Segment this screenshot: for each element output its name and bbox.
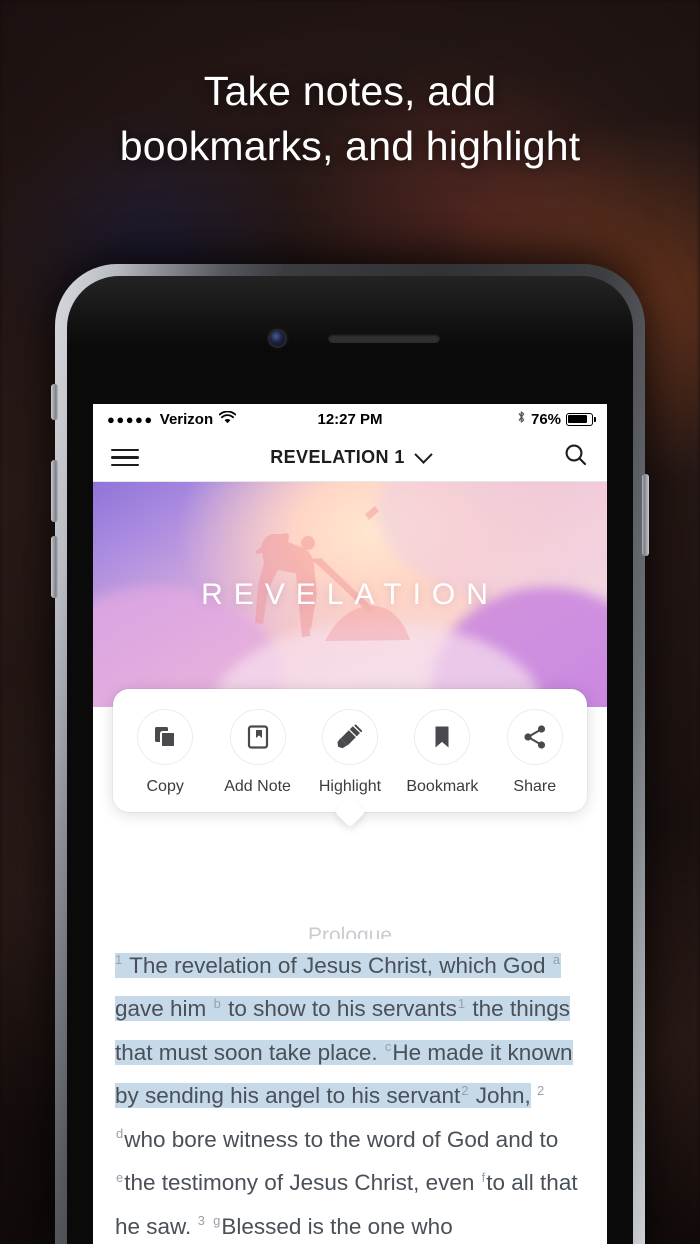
verse-3-text-a: Blessed is the one who — [221, 1213, 453, 1239]
footnote-b[interactable]: b — [213, 996, 222, 1011]
copy-icon-circle — [137, 709, 194, 765]
copy-button[interactable]: Copy — [119, 709, 211, 796]
copy-label: Copy — [146, 778, 184, 795]
add-note-icon — [247, 725, 268, 749]
share-label: Share — [513, 778, 557, 795]
highlight-marker-icon — [337, 724, 363, 748]
highlight-label: Highlight — [318, 778, 382, 795]
add-note-label: Add Note — [224, 778, 291, 795]
verse-1-text-a: The revelation of Jesus Christ, which Go… — [129, 952, 546, 978]
signal-strength-icon: ●●●●● — [107, 411, 154, 427]
footnote-d[interactable]: d — [115, 1126, 124, 1141]
add-note-button[interactable]: Add Note — [212, 709, 304, 796]
verse-2-text-a: who bore witness to the word of God and … — [124, 1126, 559, 1152]
verse-number-1: 1 — [115, 952, 123, 967]
headline-line-2: bookmarks, and highlight — [119, 123, 581, 170]
wifi-icon — [218, 410, 237, 428]
volume-down-button[interactable] — [51, 536, 58, 598]
search-button[interactable] — [563, 442, 589, 473]
chapter-selector[interactable]: REVELATION 1 — [93, 434, 607, 481]
search-icon — [565, 444, 587, 466]
status-bar: ●●●●● Verizon 12:27 PM 76% — [93, 404, 607, 434]
verse-1-text-f: John, — [475, 1083, 531, 1108]
phone-screen: ●●●●● Verizon 12:27 PM 76% REVELATION 1 … — [93, 404, 607, 1244]
book-title: REVELATION — [201, 577, 499, 611]
earpiece-speaker — [328, 334, 440, 343]
share-icon — [524, 725, 545, 749]
share-icon-circle — [506, 709, 563, 765]
phone-bezel: ●●●●● Verizon 12:27 PM 76% REVELATION 1 … — [67, 276, 633, 1244]
headline-line-1: Take notes, add — [203, 68, 497, 114]
bluetooth-icon — [517, 410, 526, 428]
bookmark-icon-circle — [414, 709, 471, 765]
front-camera-icon — [270, 331, 285, 346]
verse-number-2: 2 — [537, 1082, 545, 1098]
footnote-2[interactable]: 2 — [460, 1083, 469, 1098]
phone-device-frame: ●●●●● Verizon 12:27 PM 76% REVELATION 1 … — [51, 264, 649, 1244]
hamburger-menu-icon[interactable] — [111, 448, 139, 467]
footnote-g[interactable]: g — [212, 1213, 221, 1228]
chevron-down-icon — [414, 445, 433, 464]
section-heading: Prologue — [307, 924, 393, 939]
add-note-icon-circle — [229, 709, 286, 765]
verse-1-text-c: to show to his servants — [228, 996, 457, 1021]
battery-icon — [566, 412, 597, 426]
carrier-label: Verizon — [159, 410, 214, 428]
app-navigation-bar: REVELATION 1 — [93, 434, 607, 482]
mute-switch-button[interactable] — [51, 384, 58, 420]
bookmark-icon — [435, 726, 449, 748]
promo-headline: Take notes, add bookmarks, and highlight — [0, 64, 700, 175]
copy-icon — [155, 727, 177, 748]
verse-number-3: 3 — [197, 1213, 205, 1228]
footnote-a[interactable]: a — [552, 952, 561, 967]
verse-1-text-b: gave him — [115, 996, 207, 1021]
bookmark-label: Bookmark — [406, 778, 479, 795]
volume-up-button[interactable] — [51, 460, 58, 522]
highlight-button[interactable]: Highlight — [304, 709, 396, 796]
verse-2-text-b: the testimony of Jesus Christ, even — [124, 1170, 475, 1195]
page-title: REVELATION 1 — [270, 447, 405, 467]
share-button[interactable]: Share — [489, 709, 581, 796]
clock-label: 12:27 PM — [317, 410, 383, 428]
highlight-icon-circle — [321, 709, 378, 765]
bookmark-button[interactable]: Bookmark — [396, 709, 488, 796]
battery-percent-label: 76% — [530, 410, 562, 428]
footnote-e[interactable]: e — [115, 1170, 124, 1185]
scripture-text-panel[interactable]: Prologue 1 The revelation of Jesus Chris… — [93, 917, 607, 1244]
verse-body[interactable]: 1 The revelation of Jesus Christ, which … — [115, 941, 585, 1244]
text-selection-action-toolbar: Copy Add Note Highlight Bookmark Share — [113, 689, 587, 812]
footnote-1[interactable]: 1 — [457, 996, 466, 1011]
book-hero-banner: REVELATION — [93, 482, 607, 707]
power-button[interactable] — [642, 474, 649, 556]
